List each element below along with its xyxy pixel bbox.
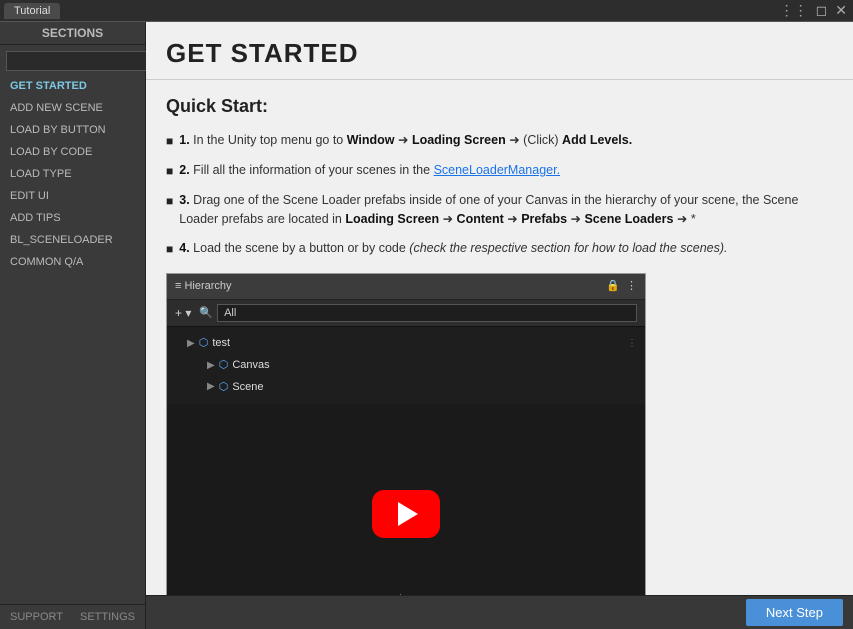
sidebar: SECTIONS ✕ GET STARTED ADD NEW SCENE LOA… [0, 22, 146, 629]
play-triangle-icon [398, 502, 418, 526]
hierarchy-tree: ▶ ⬡ test ⋮ ▶ ⬡ Canvas ▶ ⬡ [167, 327, 645, 404]
step-3-bullet: ■ [166, 192, 173, 211]
youtube-play-button[interactable] [372, 490, 440, 538]
title-bar-tab[interactable]: Tutorial [4, 3, 60, 19]
step-3-text: 3. Drag one of the Scene Loader prefabs … [179, 191, 833, 229]
tree-item-canvas-label: Canvas [232, 357, 269, 375]
search-icon: 🔍 [199, 305, 213, 323]
hierarchy-lock-icon[interactable]: 🔒 [606, 278, 620, 296]
sidebar-item-load-by-button[interactable]: LOAD BY BUTTON [0, 119, 145, 141]
hierarchy-search-input[interactable] [217, 304, 637, 322]
step-1: ■ 1. In the Unity top menu go to Window … [166, 131, 833, 151]
tree-item-scene-label: Scene [232, 379, 263, 397]
sidebar-item-edit-ui[interactable]: EDIT UI [0, 185, 145, 207]
support-link[interactable]: SUPPORT [10, 611, 63, 623]
scene-loader-manager-link[interactable]: SceneLoaderManager. [434, 163, 560, 177]
video-area[interactable] [167, 404, 645, 624]
unity-object-icon: ⬡ [199, 335, 209, 353]
step-1-text: 1. In the Unity top menu go to Window ➜ … [179, 131, 632, 150]
content-area[interactable]: GET STARTED Quick Start: ■ 1. In the Uni… [146, 22, 853, 629]
step-4: ■ 4. Load the scene by a button or by co… [166, 239, 833, 259]
sidebar-item-get-started[interactable]: GET STARTED [0, 75, 145, 97]
step-1-bullet: ■ [166, 132, 173, 151]
chevron-icon: ▶ [187, 336, 195, 352]
content-body: Quick Start: ■ 1. In the Unity top menu … [146, 80, 853, 629]
tree-item-menu[interactable]: ⋮ [627, 336, 637, 352]
main-area: SECTIONS ✕ GET STARTED ADD NEW SCENE LOA… [0, 22, 853, 629]
tree-item-label: test [212, 335, 230, 353]
canvas-icon: ⬡ [219, 357, 229, 375]
step-3: ■ 3. Drag one of the Scene Loader prefab… [166, 191, 833, 229]
menu-icon[interactable]: ⋮⋮ [778, 2, 810, 19]
hierarchy-toolbar: + ▾ 🔍 [167, 300, 645, 327]
step-4-bullet: ■ [166, 240, 173, 259]
sidebar-item-load-by-code[interactable]: LOAD BY CODE [0, 141, 145, 163]
step-2: ■ 2. Fill all the information of your sc… [166, 161, 833, 181]
hierarchy-add-button[interactable]: + ▾ [175, 306, 191, 320]
sidebar-nav: GET STARTED ADD NEW SCENE LOAD BY BUTTON… [0, 75, 145, 604]
page-title: GET STARTED [166, 38, 833, 69]
step-4-text: 4. Load the scene by a button or by code… [179, 239, 727, 258]
video-container: ≡ Hierarchy 🔒 ⋮ + ▾ 🔍 [166, 273, 646, 629]
hierarchy-header: ≡ Hierarchy 🔒 ⋮ [167, 274, 645, 301]
app-container: SECTIONS ✕ GET STARTED ADD NEW SCENE LOA… [0, 22, 853, 629]
search-input[interactable] [6, 51, 158, 71]
sidebar-item-common-qa[interactable]: COMMON Q/A [0, 251, 145, 273]
hierarchy-title: ≡ Hierarchy [175, 278, 232, 296]
search-area: ✕ [0, 45, 145, 75]
step-2-text: 2. Fill all the information of your scen… [179, 161, 560, 180]
tree-item-canvas[interactable]: ▶ ⬡ Canvas [167, 355, 645, 377]
step-2-bullet: ■ [166, 162, 173, 181]
content-header: GET STARTED [146, 22, 853, 80]
tree-item-scene[interactable]: ▶ ⬡ Scene [167, 377, 645, 399]
sidebar-item-load-type[interactable]: LOAD TYPE [0, 163, 145, 185]
sidebar-header: SECTIONS [0, 22, 145, 45]
sidebar-item-add-new-scene[interactable]: ADD NEW SCENE [0, 97, 145, 119]
sidebar-item-add-tips[interactable]: ADD TIPS [0, 207, 145, 229]
tree-item-test[interactable]: ▶ ⬡ test ⋮ [167, 333, 645, 355]
close-icon[interactable]: ✕ [833, 2, 849, 19]
sidebar-footer: SUPPORT SETTINGS [0, 604, 145, 629]
sidebar-item-bl-sceneloader[interactable]: BL_SCENELOADER [0, 229, 145, 251]
quick-start-title: Quick Start: [166, 92, 833, 121]
chevron-icon-3: ▶ [207, 379, 215, 395]
hierarchy-menu-icon[interactable]: ⋮ [626, 278, 637, 296]
next-step-button[interactable]: Next Step [746, 599, 843, 626]
title-bar-controls: ⋮⋮ ◻ ✕ [778, 2, 849, 19]
settings-link[interactable]: SETTINGS [80, 611, 135, 623]
bottom-bar: Next Step [146, 595, 853, 629]
scene-icon: ⬡ [219, 379, 229, 397]
restore-icon[interactable]: ◻ [814, 2, 830, 19]
title-bar: Tutorial ⋮⋮ ◻ ✕ [0, 0, 853, 22]
chevron-icon-2: ▶ [207, 358, 215, 374]
